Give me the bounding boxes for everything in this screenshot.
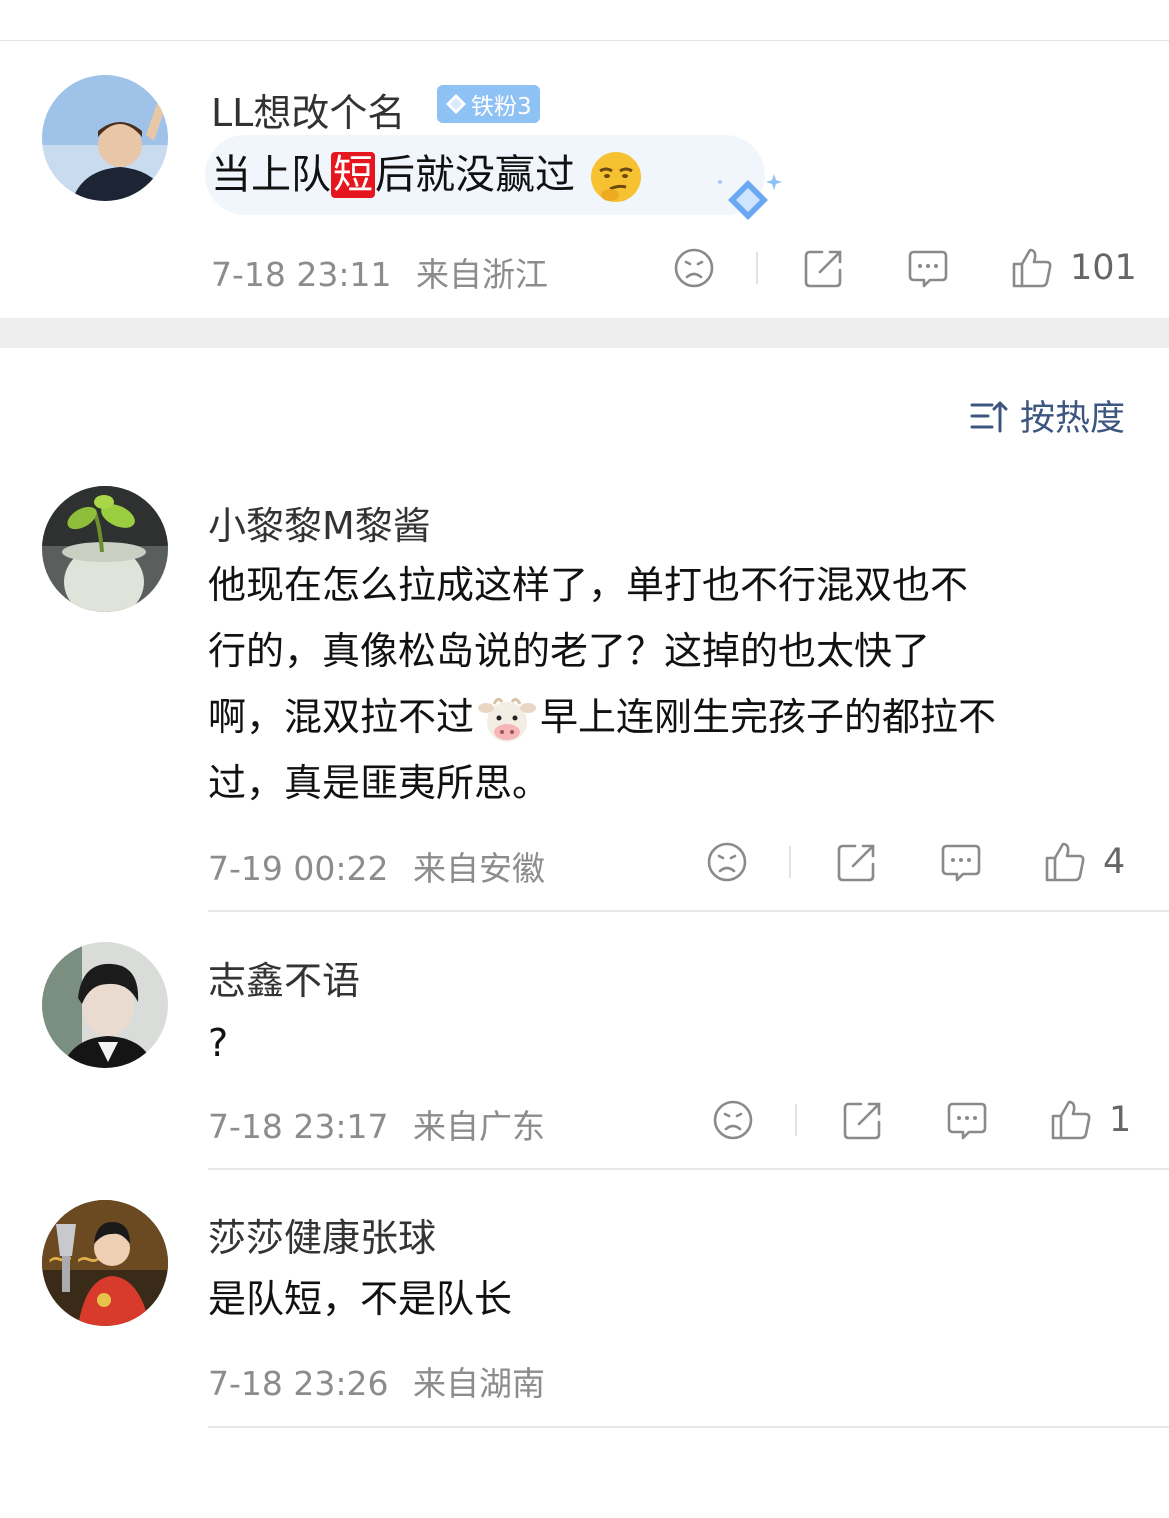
comment-line: 他现在怎么拉成这样了，单打也不行混双也不 xyxy=(208,563,969,607)
comment-line: 啊，混双拉不过 早上连刚生完孩子的都拉不 xyxy=(208,684,1148,750)
comment-divider xyxy=(208,910,1169,912)
comment-meta: 7-18 23:17 来自广东 xyxy=(208,1100,545,1148)
smirk-emoji xyxy=(590,152,641,202)
comment-meta: 7-18 23:11 来自浙江 xyxy=(211,248,548,296)
comment-time: 7-19 00:22 xyxy=(208,849,389,888)
sad-face-icon[interactable] xyxy=(705,840,749,884)
comment-meta: 7-18 23:26 来自湖南 xyxy=(208,1357,545,1405)
cow-emoji xyxy=(478,697,537,742)
top-divider xyxy=(0,40,1169,41)
comment-location: 来自安徽 xyxy=(413,849,545,888)
comment-divider xyxy=(208,1426,1169,1428)
comment-meta: 7-19 00:22 来自安徽 xyxy=(208,842,545,890)
username[interactable]: 莎莎健康张球 xyxy=(208,1207,436,1262)
comment-text: 当上队短后就没赢过 xyxy=(211,142,644,208)
like-count: 101 xyxy=(1070,248,1137,288)
comment-divider xyxy=(208,1168,1169,1170)
share-icon[interactable] xyxy=(841,1098,885,1142)
comment-time: 7-18 23:11 xyxy=(211,255,392,294)
sort-icon xyxy=(970,401,1008,432)
comment-text: 是队短，不是队长 xyxy=(208,1277,513,1321)
sort-by-hot-button[interactable]: 按热度 xyxy=(970,390,1125,441)
action-bar: 101 xyxy=(672,246,1137,296)
fan-badge[interactable]: 铁粉3 xyxy=(437,85,540,123)
action-divider xyxy=(795,1104,797,1136)
comment-location: 来自广东 xyxy=(413,1107,545,1146)
avatar[interactable] xyxy=(42,942,168,1068)
comment-icon[interactable] xyxy=(945,1098,989,1142)
avatar[interactable] xyxy=(42,75,168,201)
sad-face-icon[interactable] xyxy=(711,1098,755,1142)
comment-text: ? xyxy=(208,1021,229,1065)
sad-face-icon[interactable] xyxy=(672,246,716,290)
comment-icon[interactable] xyxy=(939,840,983,884)
comment-line: 行的，真像松岛说的老了？这掉的也太快了 xyxy=(208,629,931,673)
thumbs-up-icon[interactable] xyxy=(1010,246,1054,290)
red-tag: 短 xyxy=(331,152,375,198)
share-icon[interactable] xyxy=(835,840,879,884)
action-divider xyxy=(756,252,758,284)
comment-time: 7-18 23:26 xyxy=(208,1364,389,1403)
comment-text-part: 当上队 xyxy=(211,152,331,198)
comment-text-part: 后就没赢过 xyxy=(375,152,575,198)
action-bar: 4 xyxy=(705,840,1135,890)
comment-text-part: 啊，混双拉不过 xyxy=(208,695,475,739)
thumbs-up-icon[interactable] xyxy=(1049,1098,1093,1142)
avatar[interactable] xyxy=(42,486,168,612)
diamond-icon xyxy=(446,94,466,114)
diamond-decoration-icon xyxy=(718,174,782,220)
comment-location: 来自浙江 xyxy=(416,255,548,294)
comments-page: LL想改个名 铁粉3 当上队短后就没赢过 7-18 23:11 来自浙江 101… xyxy=(0,0,1169,1518)
share-icon[interactable] xyxy=(802,246,846,290)
action-bar: 1 xyxy=(711,1098,1141,1148)
section-separator xyxy=(0,318,1169,348)
like-count: 4 xyxy=(1103,842,1126,882)
comment-text-part: 早上连刚生完孩子的都拉不 xyxy=(540,695,997,739)
comment-line: 过，真是匪夷所思。 xyxy=(208,761,551,805)
thumbs-up-icon[interactable] xyxy=(1043,840,1087,884)
comment-location: 来自湖南 xyxy=(413,1364,545,1403)
comment-icon[interactable] xyxy=(906,246,950,290)
sort-label: 按热度 xyxy=(1019,399,1125,439)
comment-text: 他现在怎么拉成这样了，单打也不行混双也不 行的，真像松岛说的老了？这掉的也太快了… xyxy=(208,552,1148,816)
fan-badge-label: 铁粉3 xyxy=(471,94,532,120)
username[interactable]: LL想改个名 xyxy=(211,82,405,137)
action-divider xyxy=(789,846,791,878)
username[interactable]: 小黎黎M黎酱 xyxy=(208,495,431,550)
comment-time: 7-18 23:17 xyxy=(208,1107,389,1146)
username[interactable]: 志鑫不语 xyxy=(208,950,360,1005)
avatar[interactable]: ~~ xyxy=(42,1200,168,1326)
like-count: 1 xyxy=(1109,1100,1132,1140)
